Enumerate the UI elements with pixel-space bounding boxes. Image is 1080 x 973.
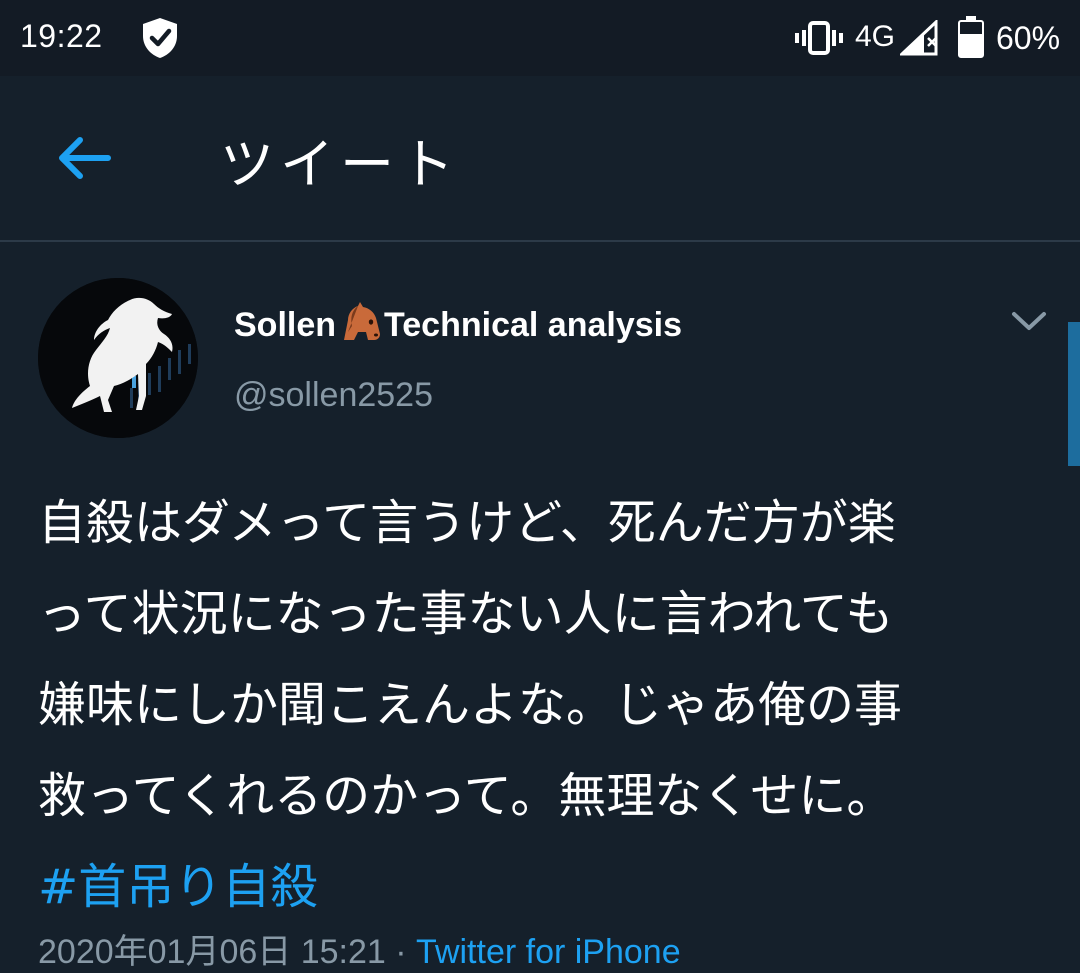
author-name-part2: Technical analysis xyxy=(384,306,682,344)
status-bar: 19:22 4G 60% xyxy=(0,0,1080,76)
horse-avatar-image xyxy=(38,278,198,438)
tweet-source-link[interactable]: Twitter for iPhone xyxy=(416,933,681,971)
scrollbar-thumb[interactable] xyxy=(1068,322,1080,466)
network-type-label: 4G xyxy=(855,20,896,53)
tweet-text-line: 自殺はダメって言うけど、死んだ方が楽 xyxy=(38,495,896,551)
battery-icon xyxy=(958,16,984,58)
battery-level-label: 60% xyxy=(996,20,1061,56)
tweet-text-line: って状況になった事ない人に言われても xyxy=(38,586,894,642)
tweet-timestamp: 2020年01月06日 15:21 xyxy=(38,933,386,971)
hashtag-link[interactable]: #首吊り自殺 xyxy=(38,842,1048,933)
shield-check-icon xyxy=(143,18,177,58)
author-handle[interactable]: @sollen2525 xyxy=(234,376,433,415)
vibrate-icon xyxy=(795,21,843,55)
chevron-down-icon[interactable] xyxy=(1006,304,1052,338)
horse-face-emoji xyxy=(344,302,381,340)
page-title: ツイート xyxy=(220,133,460,196)
signal-icon xyxy=(900,20,938,56)
header-divider xyxy=(0,240,1080,242)
status-time: 19:22 xyxy=(20,18,103,54)
meta-separator: · xyxy=(395,933,407,971)
author-name-part1: Sollen xyxy=(234,306,337,344)
tweet-meta: 2020年01月06日 15:21 · Twitter for iPhone xyxy=(38,924,681,973)
tweet-header: ツイート xyxy=(0,76,1080,240)
tweet-text-line: 嫌味にしか聞こえんよな。じゃあ俺の事 xyxy=(38,677,903,733)
tweet-body: 自殺はダメって言うけど、死んだ方が楽 って状況になった事ない人に言われても 嫌味… xyxy=(38,478,1048,933)
back-arrow-icon[interactable] xyxy=(48,128,124,188)
author-display-name[interactable]: Sollen Technical analysis xyxy=(234,302,682,345)
avatar[interactable] xyxy=(38,278,198,438)
tweet-text-line: 救ってくれるのかって。無理なくせに。 xyxy=(38,768,895,824)
